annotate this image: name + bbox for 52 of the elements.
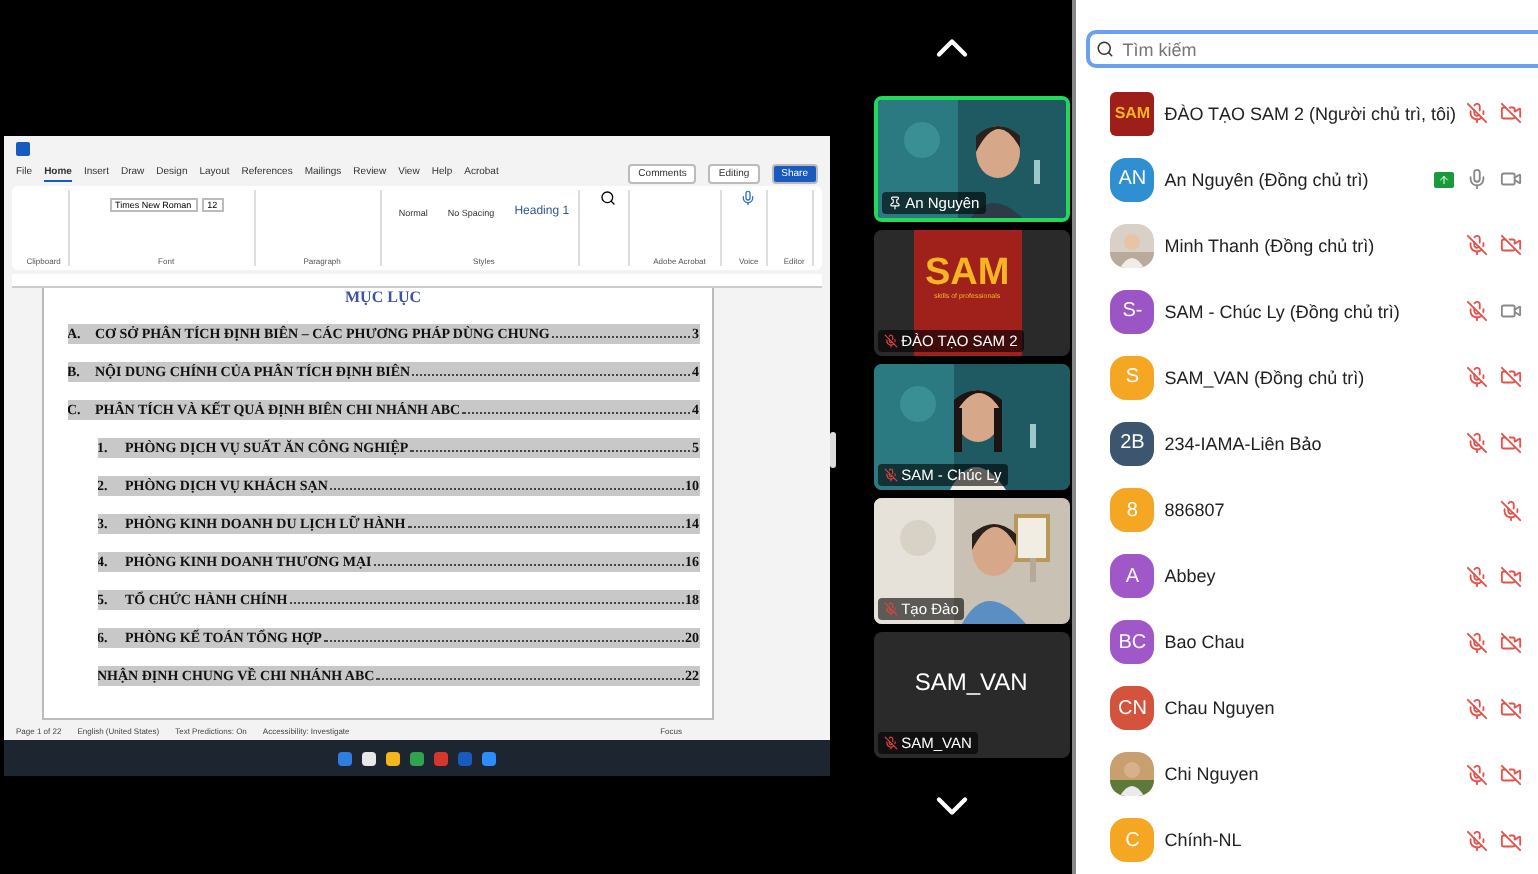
participant-name: Abbey	[1164, 566, 1218, 587]
participant-name: Chi Nguyen	[1164, 764, 1261, 785]
avatar: 2B	[1110, 421, 1155, 466]
avatar: S	[1110, 355, 1155, 400]
avatar: A	[1110, 554, 1155, 599]
participant-name: ĐÀO TẠO SAM 2 (Người chủ trì, tôi)	[1164, 103, 1456, 124]
participant-name: Bao Chau	[1164, 632, 1247, 653]
muted-microphone-icon[interactable]	[1466, 631, 1488, 654]
video-camera-icon[interactable]	[1500, 300, 1522, 323]
muted-microphone-icon[interactable]	[1466, 432, 1488, 455]
avatar: BC	[1110, 620, 1155, 665]
video-off-icon[interactable]	[1500, 432, 1522, 455]
muted-microphone-icon[interactable]	[1466, 102, 1488, 125]
avatar: CN	[1110, 686, 1155, 731]
participant-name: Chính-NL	[1164, 830, 1244, 851]
muted-microphone-icon[interactable]	[1466, 234, 1488, 257]
avatar: S-	[1110, 289, 1155, 334]
search-field[interactable]: Tìm kiếm	[1086, 30, 1538, 68]
microphone-icon[interactable]	[740, 190, 757, 206]
muted-microphone-icon[interactable]	[1466, 829, 1488, 852]
muted-microphone-icon[interactable]	[1466, 300, 1488, 323]
video-off-icon[interactable]	[1500, 234, 1522, 257]
participant-name: Chau Nguyen	[1164, 698, 1277, 719]
toc-title: MỤC LỤC	[343, 288, 423, 306]
participant-name: Minh Thanh (Đồng chủ trì)	[1164, 235, 1377, 256]
muted-microphone-icon[interactable]	[1466, 565, 1488, 588]
participant-name: SAM_VAN (Đồng chủ trì)	[1164, 367, 1367, 388]
muted-microphone-icon[interactable]	[1466, 366, 1488, 389]
muted-microphone-icon[interactable]	[1466, 697, 1488, 720]
muted-microphone-icon[interactable]	[1466, 763, 1488, 786]
word-logo-icon	[16, 142, 30, 156]
avatar: 8	[1110, 488, 1155, 532]
video-camera-icon[interactable]	[1500, 168, 1522, 191]
video-off-icon[interactable]	[1500, 829, 1522, 852]
video-off-icon[interactable]	[1500, 631, 1522, 654]
resize-handle[interactable]	[830, 432, 836, 468]
avatar: AN	[1110, 157, 1155, 202]
participant-name: 234-IAMA-Liên Bảo	[1164, 433, 1324, 454]
video-off-icon[interactable]	[1500, 366, 1522, 389]
participant-name: SAM - Chúc Ly (Đồng chủ trì)	[1164, 301, 1402, 322]
logo-avatar: SAM	[1110, 91, 1155, 136]
participant-name: An Nguyên (Đồng chủ trì)	[1164, 169, 1371, 190]
participant-name: 886807	[1164, 500, 1227, 520]
search-icon[interactable]	[600, 190, 617, 206]
avatar: C	[1110, 818, 1155, 863]
video-off-icon[interactable]	[1500, 763, 1522, 786]
microphone-icon[interactable]	[1466, 168, 1488, 191]
video-off-icon[interactable]	[1500, 565, 1522, 588]
video-off-icon[interactable]	[1500, 697, 1522, 720]
participant-name: SAM_VAN	[912, 668, 1030, 696]
muted-microphone-icon[interactable]	[1500, 499, 1522, 521]
video-off-icon[interactable]	[1500, 102, 1522, 125]
